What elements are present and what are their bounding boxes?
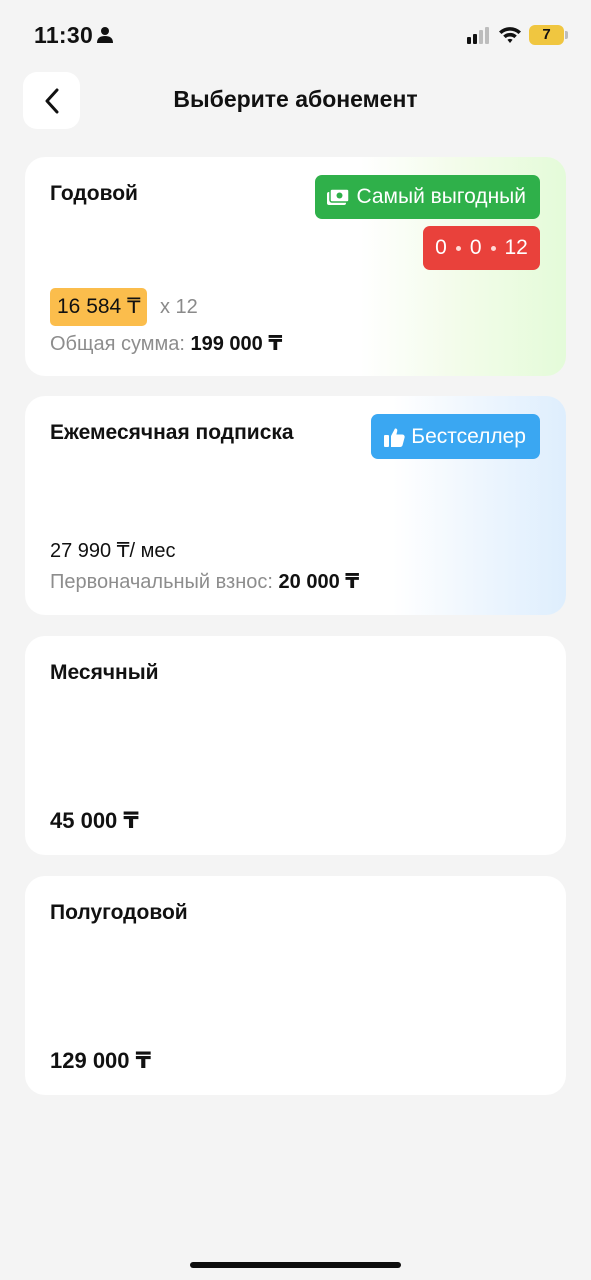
battery-level: 7 xyxy=(542,26,551,43)
down-payment-row: Первоначальный взнос: 20 000 ₸ xyxy=(50,569,359,594)
plan-card-installment[interactable]: Ежемесячная подписка Бестселлер 27 990 ₸… xyxy=(25,396,566,615)
down-payment-value: 20 000 ₸ xyxy=(278,571,360,593)
money-icon xyxy=(327,189,350,205)
down-payment-label: Первоначальный взнос: xyxy=(50,571,273,593)
plan-card-half-year[interactable]: Полугодовой 129 000 ₸ xyxy=(25,876,566,1095)
status-time: 11:30 xyxy=(34,22,94,48)
subscription-price: 27 990 ₸/ мес xyxy=(50,540,176,562)
plan-title: Полугодовой xyxy=(50,901,188,924)
monthly-price-chip: 16 584 ₸ xyxy=(50,288,148,326)
total-label: Общая сумма: xyxy=(50,333,185,355)
cellular-signal-icon xyxy=(467,27,491,49)
timer-separator xyxy=(490,245,496,251)
best-value-label: Самый выгодный xyxy=(356,185,526,208)
timer-hours: 0 xyxy=(435,236,447,259)
countdown-timer: 0 0 12 xyxy=(423,226,540,270)
plan-title: Годовой xyxy=(50,182,138,205)
total-value: 199 000 ₸ xyxy=(190,333,283,355)
plan-card-annual[interactable]: Годовой Самый выгодный 0 0 12 16 584 ₸ x… xyxy=(25,157,566,376)
battery-cap xyxy=(565,31,568,39)
total-row: Общая сумма: 199 000 ₸ xyxy=(50,331,282,356)
bestseller-badge: Бестселлер xyxy=(371,414,540,459)
status-bar: 11:30 7 xyxy=(0,0,591,70)
timer-seconds: 12 xyxy=(504,236,528,259)
thumbs-up-icon xyxy=(384,427,405,447)
wifi-icon xyxy=(498,25,522,49)
plan-title: Месячный xyxy=(50,661,159,684)
home-indicator[interactable] xyxy=(190,1262,401,1268)
plan-title: Ежемесячная подписка xyxy=(50,421,294,444)
battery-icon: 7 xyxy=(529,25,564,45)
page-title: Выберите абонемент xyxy=(173,86,418,112)
best-value-badge: Самый выгодный xyxy=(315,175,540,219)
bestseller-label: Бестселлер xyxy=(411,424,526,448)
plan-card-monthly[interactable]: Месячный 45 000 ₸ xyxy=(25,636,566,855)
plan-price: 45 000 ₸ xyxy=(50,808,139,833)
timer-separator xyxy=(455,245,461,251)
person-icon xyxy=(96,26,114,49)
plan-price: 129 000 ₸ xyxy=(50,1048,151,1073)
timer-minutes: 0 xyxy=(469,236,482,259)
price-multiplier: x 12 xyxy=(160,296,198,318)
